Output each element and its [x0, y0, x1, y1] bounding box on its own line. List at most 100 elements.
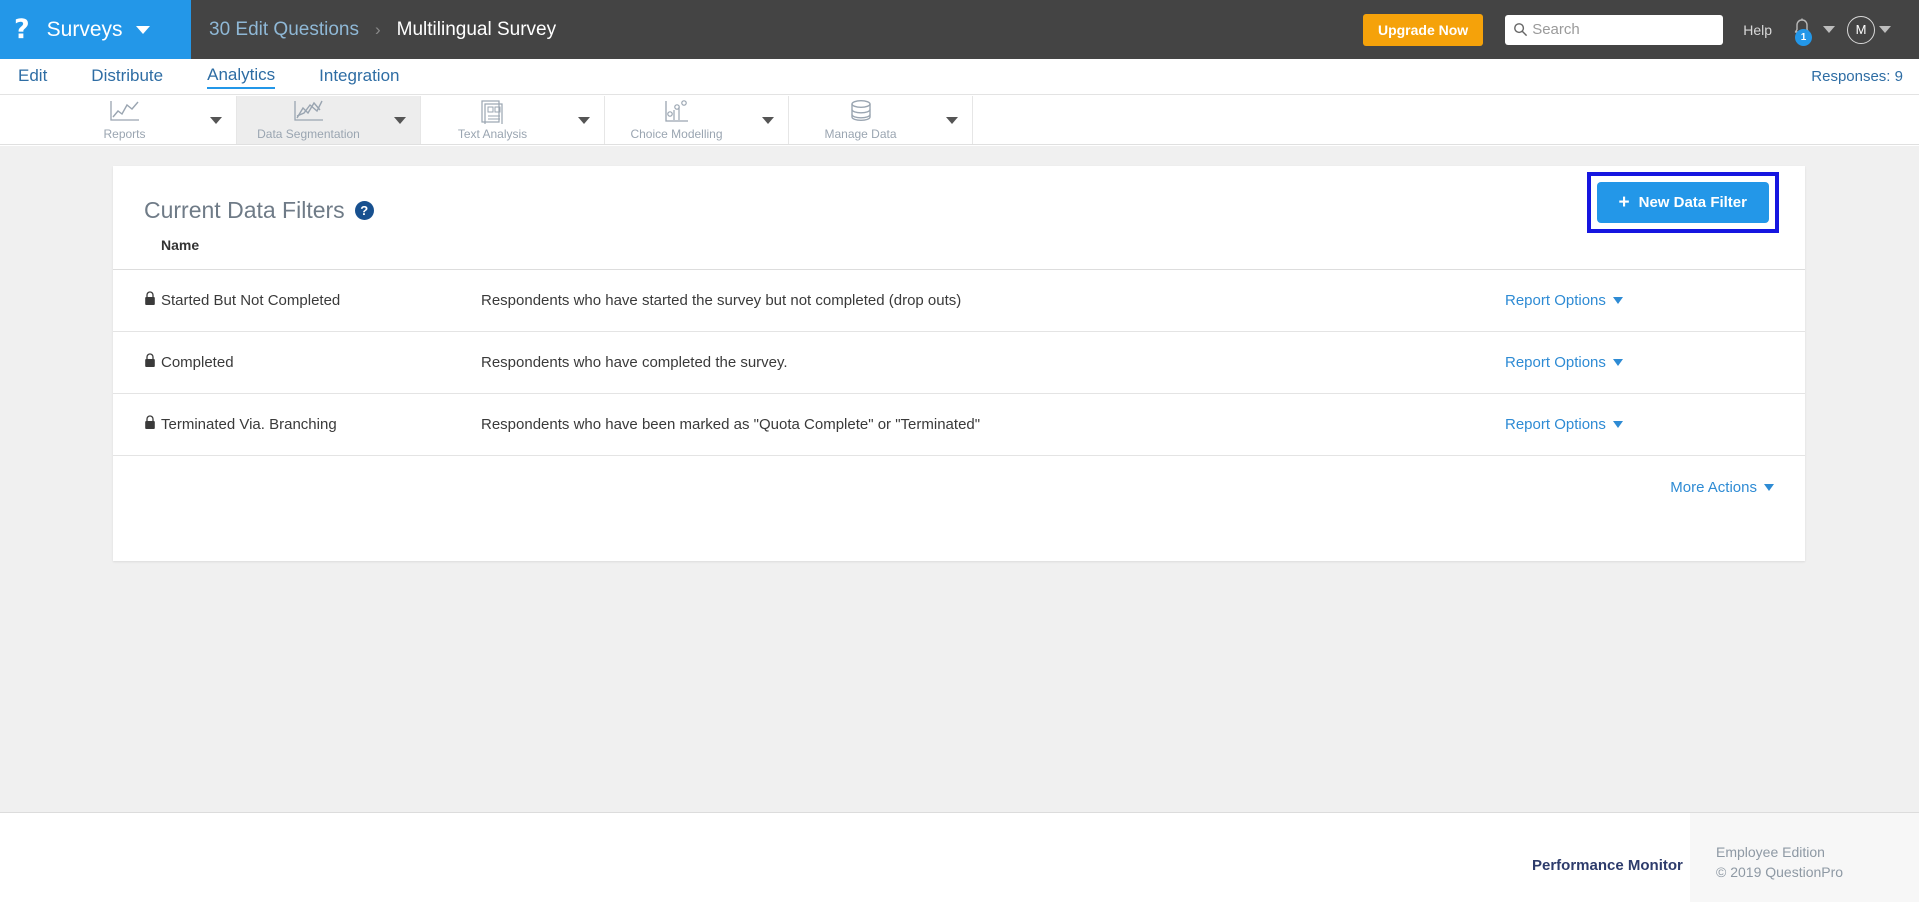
row-name: Started But Not Completed: [161, 269, 481, 332]
scatter-bar-icon: [662, 99, 692, 124]
toolbar-label-reports: Reports: [103, 127, 146, 141]
table-head: Name: [113, 232, 1805, 270]
tab-list: Edit Distribute Analytics Integration: [0, 65, 443, 89]
current-data-filters-card: Current Data Filters ? + New Data Filter…: [113, 166, 1805, 561]
table-row: Terminated Via. Branching Respondents wh…: [113, 393, 1805, 456]
report-options-label: Report Options: [1505, 292, 1606, 309]
toolbar-group-choice-modelling: Choice Modelling: [605, 96, 789, 144]
column-header-description: [481, 232, 1505, 270]
row-name: Terminated Via. Branching: [161, 393, 481, 456]
toolbar-button-choice-modelling[interactable]: Choice Modelling: [605, 96, 748, 145]
table-header-row: Name: [113, 232, 1805, 270]
report-options-dropdown[interactable]: Report Options: [1505, 292, 1623, 309]
upgrade-now-button[interactable]: Upgrade Now: [1362, 13, 1484, 46]
more-actions-dropdown[interactable]: More Actions: [1670, 479, 1774, 496]
surveys-label: Surveys: [46, 17, 123, 41]
notifications-button[interactable]: 1: [1790, 17, 1814, 46]
row-options-cell: Report Options: [1505, 331, 1805, 394]
more-actions-label: More Actions: [1670, 479, 1757, 496]
performance-monitor-link[interactable]: Performance Monitor: [1532, 857, 1683, 874]
report-options-label: Report Options: [1505, 354, 1606, 371]
data-filters-table: Name Started But Not Completed Responden…: [113, 232, 1805, 456]
search-icon: [1514, 23, 1528, 37]
card-header: Current Data Filters ? + New Data Filter: [113, 166, 1805, 233]
row-name: Completed: [161, 331, 481, 394]
row-description: Respondents who have completed the surve…: [481, 331, 1505, 394]
notifications-chevron-down-icon[interactable]: [1823, 26, 1835, 33]
row-options-cell: Report Options: [1505, 393, 1805, 456]
report-options-label: Report Options: [1505, 416, 1606, 433]
row-lock-cell: [113, 269, 161, 332]
responses-count: Responses: 9: [1811, 68, 1903, 85]
tab-integration[interactable]: Integration: [319, 66, 399, 88]
search-box[interactable]: [1505, 14, 1732, 45]
questionpro-logo-icon: ?: [14, 14, 30, 45]
page-footer: Performance Monitor Employee Edition © 2…: [0, 812, 1919, 902]
lock-icon: [144, 353, 156, 372]
copyright-label: © 2019 QuestionPro: [1716, 864, 1844, 881]
chevron-down-icon: [1612, 421, 1623, 428]
card-footer: More Actions: [113, 456, 1805, 496]
chevron-down-icon: [946, 116, 958, 124]
toolbar-button-manage-data[interactable]: Manage Data: [789, 96, 932, 145]
page-title: Current Data Filters: [144, 196, 345, 223]
report-options-dropdown[interactable]: Report Options: [1505, 416, 1623, 433]
breadcrumb: 30 Edit Questions › Multilingual Survey: [191, 19, 1363, 41]
report-options-dropdown[interactable]: Report Options: [1505, 354, 1623, 371]
chevron-down-icon: [210, 116, 222, 124]
column-header-name: Name: [161, 232, 481, 270]
toolbar-caret-reports[interactable]: [196, 96, 236, 145]
chevron-down-icon: [135, 25, 150, 34]
account-chevron-down-icon[interactable]: [1879, 26, 1891, 33]
edition-label: Employee Edition: [1716, 844, 1825, 860]
chevron-down-icon: [578, 116, 590, 124]
toolbar-left-spacer: [0, 96, 53, 144]
document-grid-icon: [479, 99, 507, 124]
chevron-down-icon: [1764, 484, 1774, 491]
toolbar-caret-text-analysis[interactable]: [564, 96, 604, 145]
new-data-filter-label: New Data Filter: [1638, 193, 1747, 211]
chevron-down-icon: [762, 116, 774, 124]
lock-icon: [144, 415, 156, 434]
help-icon[interactable]: ?: [354, 200, 374, 220]
database-icon: [847, 99, 875, 124]
new-data-filter-button[interactable]: + New Data Filter: [1596, 181, 1769, 223]
help-link[interactable]: Help: [1743, 22, 1772, 38]
primary-tab-nav: Edit Distribute Analytics Integration Re…: [0, 59, 1919, 95]
toolbar-caret-choice-modelling[interactable]: [748, 96, 788, 145]
toolbar-caret-data-segmentation[interactable]: [380, 96, 420, 145]
row-options-cell: Report Options: [1505, 269, 1805, 332]
toolbar-group-reports: Reports: [53, 96, 237, 144]
surveys-logo-menu[interactable]: ? Surveys: [0, 0, 191, 59]
line-chart-icon: [108, 99, 142, 124]
analytics-toolbar: Reports Data Segmentation Text Analysis …: [0, 96, 1919, 145]
toolbar-label-text-analysis: Text Analysis: [457, 127, 528, 141]
row-description: Respondents who have been marked as "Quo…: [481, 393, 1505, 456]
toolbar-label-data-segmentation: Data Segmentation: [257, 127, 360, 141]
new-data-filter-highlight: + New Data Filter: [1586, 171, 1779, 233]
toolbar-label-choice-modelling: Choice Modelling: [630, 127, 723, 141]
segmentation-chart-icon: [292, 99, 326, 124]
toolbar-caret-manage-data[interactable]: [932, 96, 972, 145]
plus-icon: +: [1618, 191, 1630, 213]
toolbar-button-data-segmentation[interactable]: Data Segmentation: [237, 96, 380, 145]
top-bar: ? Surveys 30 Edit Questions › Multilingu…: [0, 0, 1919, 59]
row-lock-cell: [113, 393, 161, 456]
tab-distribute[interactable]: Distribute: [91, 66, 163, 88]
breadcrumb-separator-icon: ›: [374, 19, 381, 39]
column-header-options: [1505, 232, 1805, 270]
top-bar-actions: Upgrade Now Help 1 M: [1362, 13, 1919, 46]
search-input[interactable]: [1532, 21, 1732, 38]
toolbar-button-reports[interactable]: Reports: [53, 96, 196, 145]
tab-analytics[interactable]: Analytics: [207, 65, 276, 89]
toolbar-button-text-analysis[interactable]: Text Analysis: [421, 96, 564, 145]
lock-icon: [144, 291, 156, 310]
tab-edit[interactable]: Edit: [18, 66, 47, 88]
avatar[interactable]: M: [1847, 15, 1875, 44]
chevron-down-icon: [1612, 359, 1623, 366]
table-body: Started But Not Completed Respondents wh…: [113, 269, 1805, 456]
toolbar-group-text-analysis: Text Analysis: [421, 96, 605, 144]
breadcrumb-edit-questions-link[interactable]: 30 Edit Questions: [209, 19, 359, 41]
chevron-down-icon: [1612, 297, 1623, 304]
breadcrumb-survey-title: Multilingual Survey: [396, 18, 557, 40]
